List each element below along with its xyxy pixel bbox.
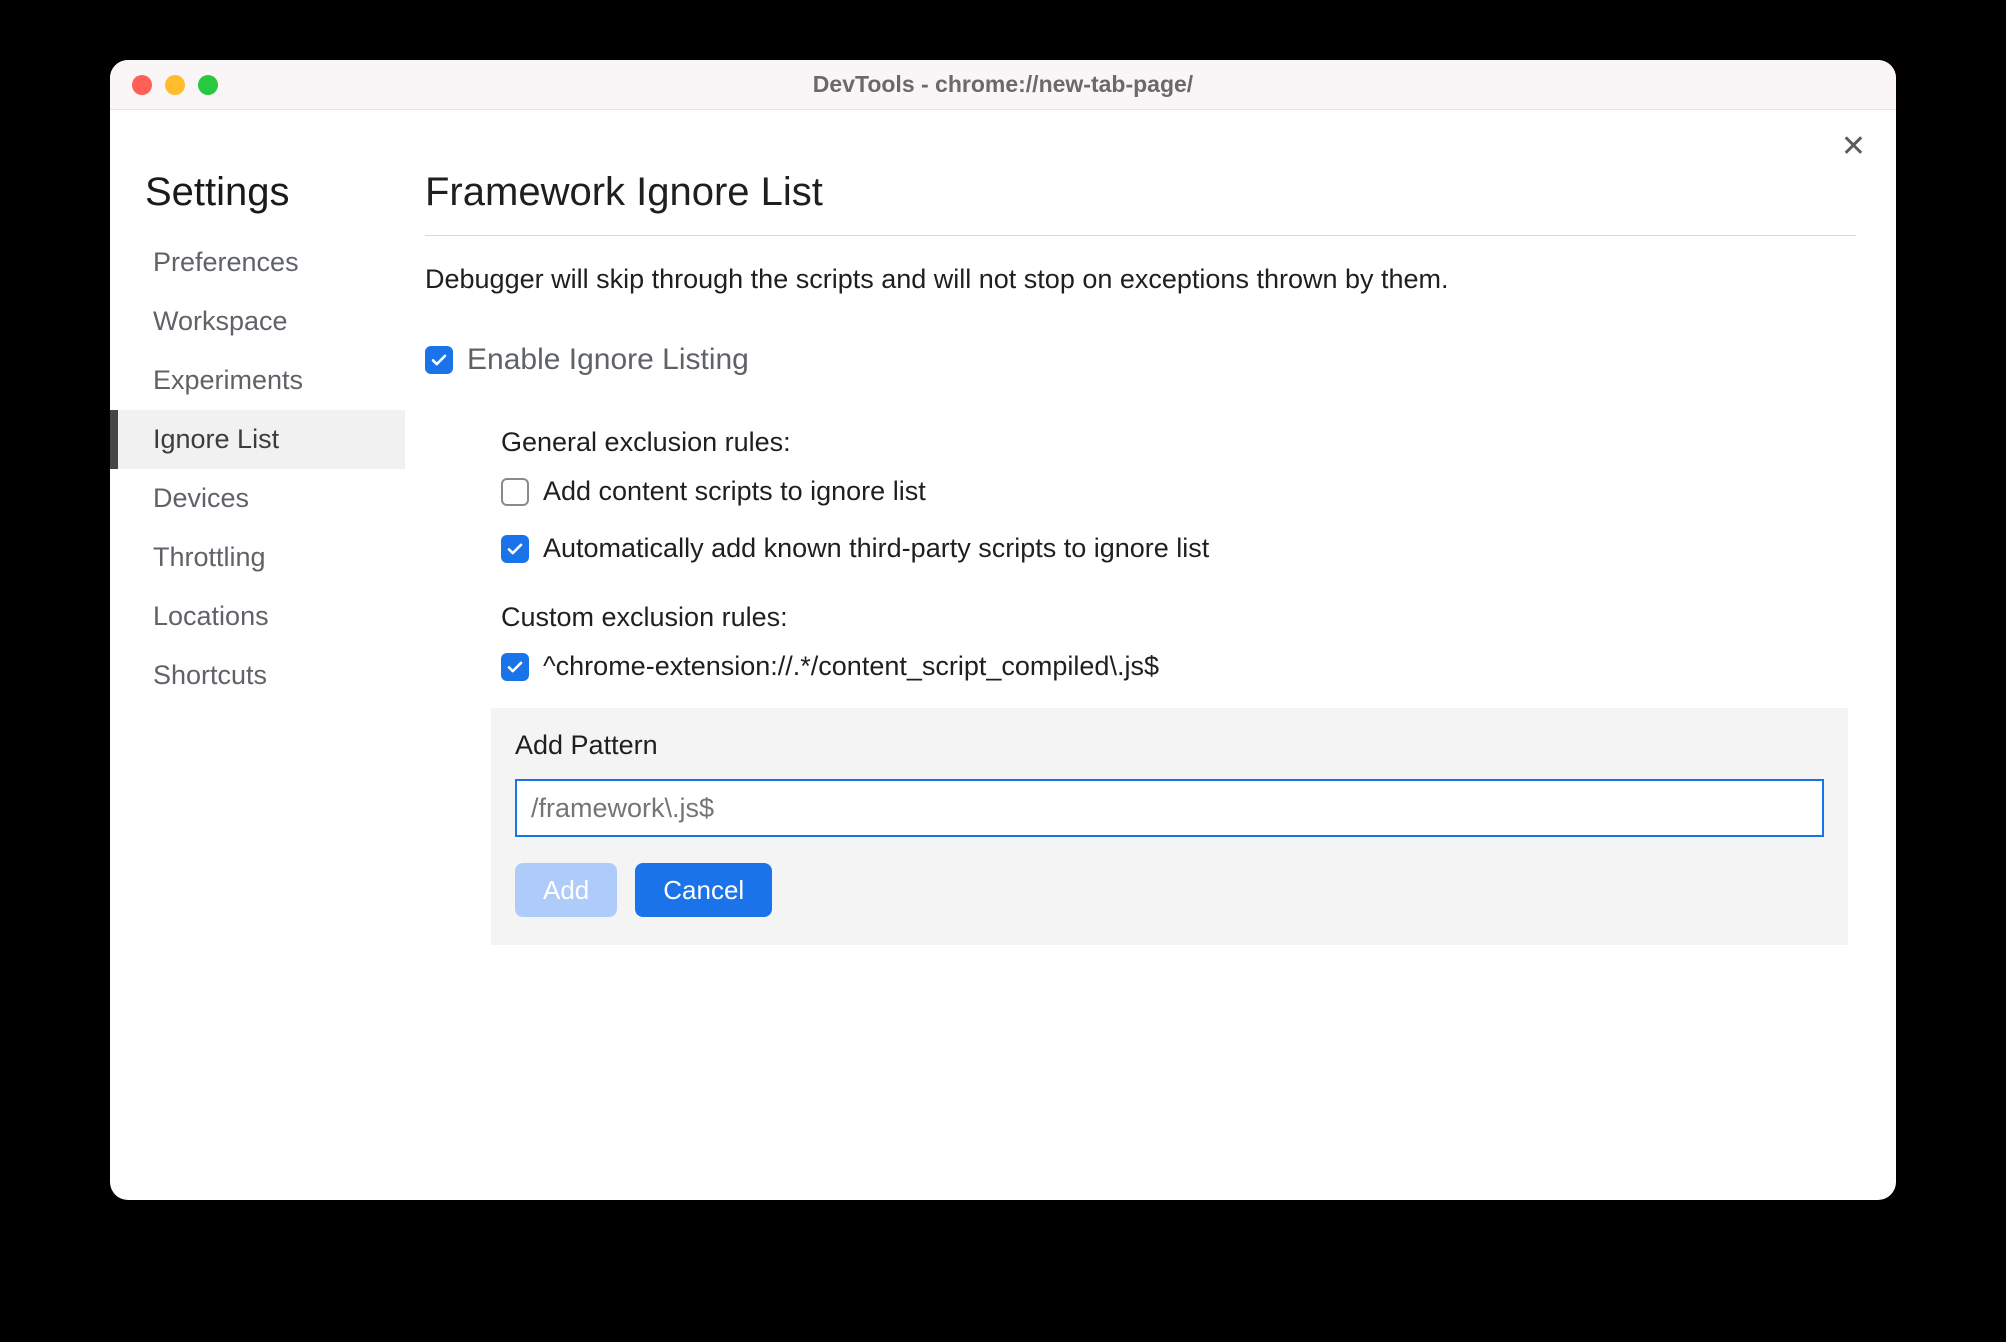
sidebar-item-ignore-list[interactable]: Ignore List [110, 410, 405, 469]
general-rule-checkbox[interactable] [501, 478, 529, 506]
custom-rules-heading: Custom exclusion rules: [501, 602, 1856, 633]
window-title: DevTools - chrome://new-tab-page/ [110, 71, 1896, 98]
pattern-input[interactable] [515, 779, 1824, 837]
add-button[interactable]: Add [515, 863, 617, 917]
heading-divider [425, 235, 1856, 236]
close-window-button[interactable] [132, 75, 152, 95]
sidebar-item-preferences[interactable]: Preferences [110, 233, 405, 292]
sidebar-item-shortcuts[interactable]: Shortcuts [110, 646, 405, 705]
close-panel-icon[interactable]: ✕ [1841, 132, 1866, 162]
cancel-button[interactable]: Cancel [635, 863, 772, 917]
sidebar-item-throttling[interactable]: Throttling [110, 528, 405, 587]
general-rule-label: Add content scripts to ignore list [543, 476, 926, 507]
fullscreen-window-button[interactable] [198, 75, 218, 95]
custom-rule-row: ^chrome-extension://.*/content_script_co… [501, 651, 1856, 682]
sidebar-item-experiments[interactable]: Experiments [110, 351, 405, 410]
enable-ignore-listing-row: Enable Ignore Listing [425, 343, 1856, 377]
add-pattern-heading: Add Pattern [515, 730, 1824, 761]
devtools-window: DevTools - chrome://new-tab-page/ ✕ Sett… [110, 60, 1896, 1200]
window-titlebar: DevTools - chrome://new-tab-page/ [110, 60, 1896, 110]
custom-rule-checkbox[interactable] [501, 653, 529, 681]
general-rule-checkbox[interactable] [501, 535, 529, 563]
general-rule-row: Add content scripts to ignore list [501, 476, 1856, 507]
custom-rule-label: ^chrome-extension://.*/content_script_co… [543, 651, 1159, 682]
enable-ignore-listing-checkbox[interactable] [425, 346, 453, 374]
sidebar-item-workspace[interactable]: Workspace [110, 292, 405, 351]
sidebar-item-locations[interactable]: Locations [110, 587, 405, 646]
add-pattern-panel: Add Pattern Add Cancel [491, 708, 1848, 945]
minimize-window-button[interactable] [165, 75, 185, 95]
general-rules-heading: General exclusion rules: [501, 427, 1856, 458]
sidebar-item-devices[interactable]: Devices [110, 469, 405, 528]
traffic-lights [110, 75, 218, 95]
page-heading: Framework Ignore List [425, 170, 1856, 235]
checkmark-icon [506, 540, 524, 558]
sidebar-heading: Settings [110, 170, 405, 233]
enable-ignore-listing-label: Enable Ignore Listing [467, 343, 749, 377]
general-rule-row: Automatically add known third-party scri… [501, 533, 1856, 564]
general-rule-label: Automatically add known third-party scri… [543, 533, 1209, 564]
checkmark-icon [506, 658, 524, 676]
page-description: Debugger will skip through the scripts a… [425, 264, 1856, 295]
settings-main: Framework Ignore List Debugger will skip… [405, 110, 1896, 1200]
settings-sidebar: Settings PreferencesWorkspaceExperiments… [110, 110, 405, 1200]
checkmark-icon [430, 351, 448, 369]
